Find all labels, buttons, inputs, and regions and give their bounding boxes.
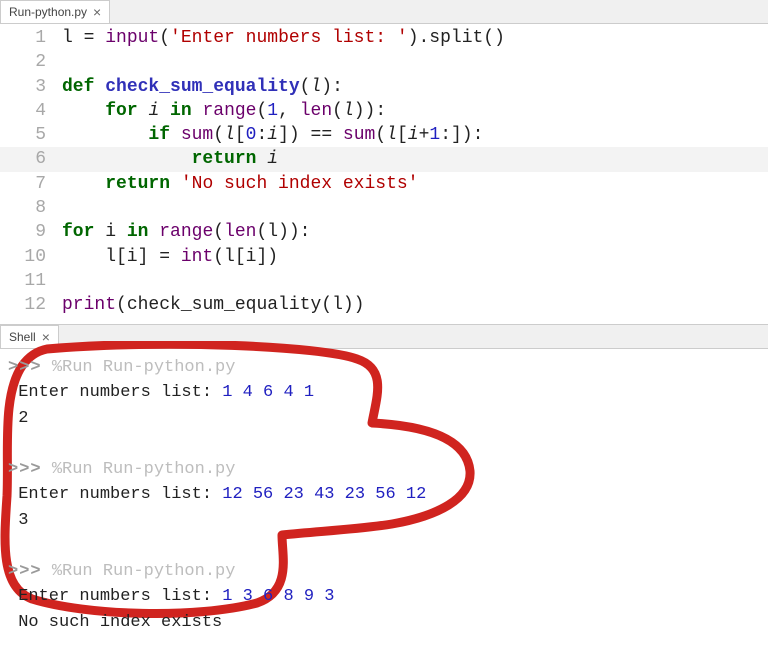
line-number: 7 <box>0 172 62 196</box>
shell-input-label: Enter numbers list: <box>18 485 222 504</box>
shell-output[interactable]: >>> %Run Run-python.py Enter numbers lis… <box>0 349 768 655</box>
code-content: l[i] = int(l[i]) <box>62 245 278 269</box>
shell-run-cmd: %Run Run-python.py <box>52 562 236 581</box>
code-content: for i in range(len(l)): <box>62 220 310 244</box>
close-icon[interactable]: × <box>93 4 101 20</box>
code-content: return i <box>62 147 278 171</box>
shell-input-label: Enter numbers list: <box>18 587 222 606</box>
shell-tab[interactable]: Shell × <box>0 325 59 348</box>
code-content: for i in range(1, len(l)): <box>62 99 386 123</box>
shell-user-input: 12 56 23 43 23 56 12 <box>222 485 426 504</box>
line-number: 3 <box>0 75 62 99</box>
line-number: 9 <box>0 220 62 244</box>
shell-run-cmd: %Run Run-python.py <box>52 358 236 377</box>
shell-tab-bar: Shell × <box>0 325 768 349</box>
shell-result: 2 <box>18 409 28 428</box>
code-content: print(check_sum_equality(l)) <box>62 293 364 317</box>
line-number: 8 <box>0 196 62 220</box>
shell-input-label: Enter numbers list: <box>18 383 222 402</box>
shell-user-input: 1 4 6 4 1 <box>222 383 314 402</box>
shell-run-cmd: %Run Run-python.py <box>52 460 236 479</box>
line-number: 2 <box>0 50 62 74</box>
code-content <box>62 196 73 220</box>
shell-result: No such index exists <box>18 613 222 632</box>
code-content: return 'No such index exists' <box>62 172 418 196</box>
tab-filename: Run-python.py <box>9 5 87 19</box>
shell-prompt: >>> <box>8 460 42 479</box>
code-editor[interactable]: 1l = input('Enter numbers list: ').split… <box>0 24 768 318</box>
line-number: 11 <box>0 269 62 293</box>
editor-tab[interactable]: Run-python.py × <box>0 0 110 23</box>
code-content: def check_sum_equality(l): <box>62 75 343 99</box>
code-content: if sum(l[0:i]) == sum(l[i+1:]): <box>62 123 483 147</box>
line-number: 4 <box>0 99 62 123</box>
code-content <box>62 50 73 74</box>
shell-result: 3 <box>18 511 28 530</box>
editor-tab-bar: Run-python.py × <box>0 0 768 24</box>
code-content <box>62 269 73 293</box>
code-content: l = input('Enter numbers list: ').split(… <box>62 26 505 50</box>
shell-user-input: 1 3 6 8 9 3 <box>222 587 334 606</box>
line-number: 12 <box>0 293 62 317</box>
close-icon[interactable]: × <box>42 329 50 345</box>
shell-pane: Shell × >>> %Run Run-python.py Enter num… <box>0 324 768 655</box>
line-number: 10 <box>0 245 62 269</box>
line-number: 5 <box>0 123 62 147</box>
shell-tab-label: Shell <box>9 330 36 344</box>
shell-prompt: >>> <box>8 562 42 581</box>
line-number: 1 <box>0 26 62 50</box>
line-number: 6 <box>0 147 62 171</box>
shell-prompt: >>> <box>8 358 42 377</box>
